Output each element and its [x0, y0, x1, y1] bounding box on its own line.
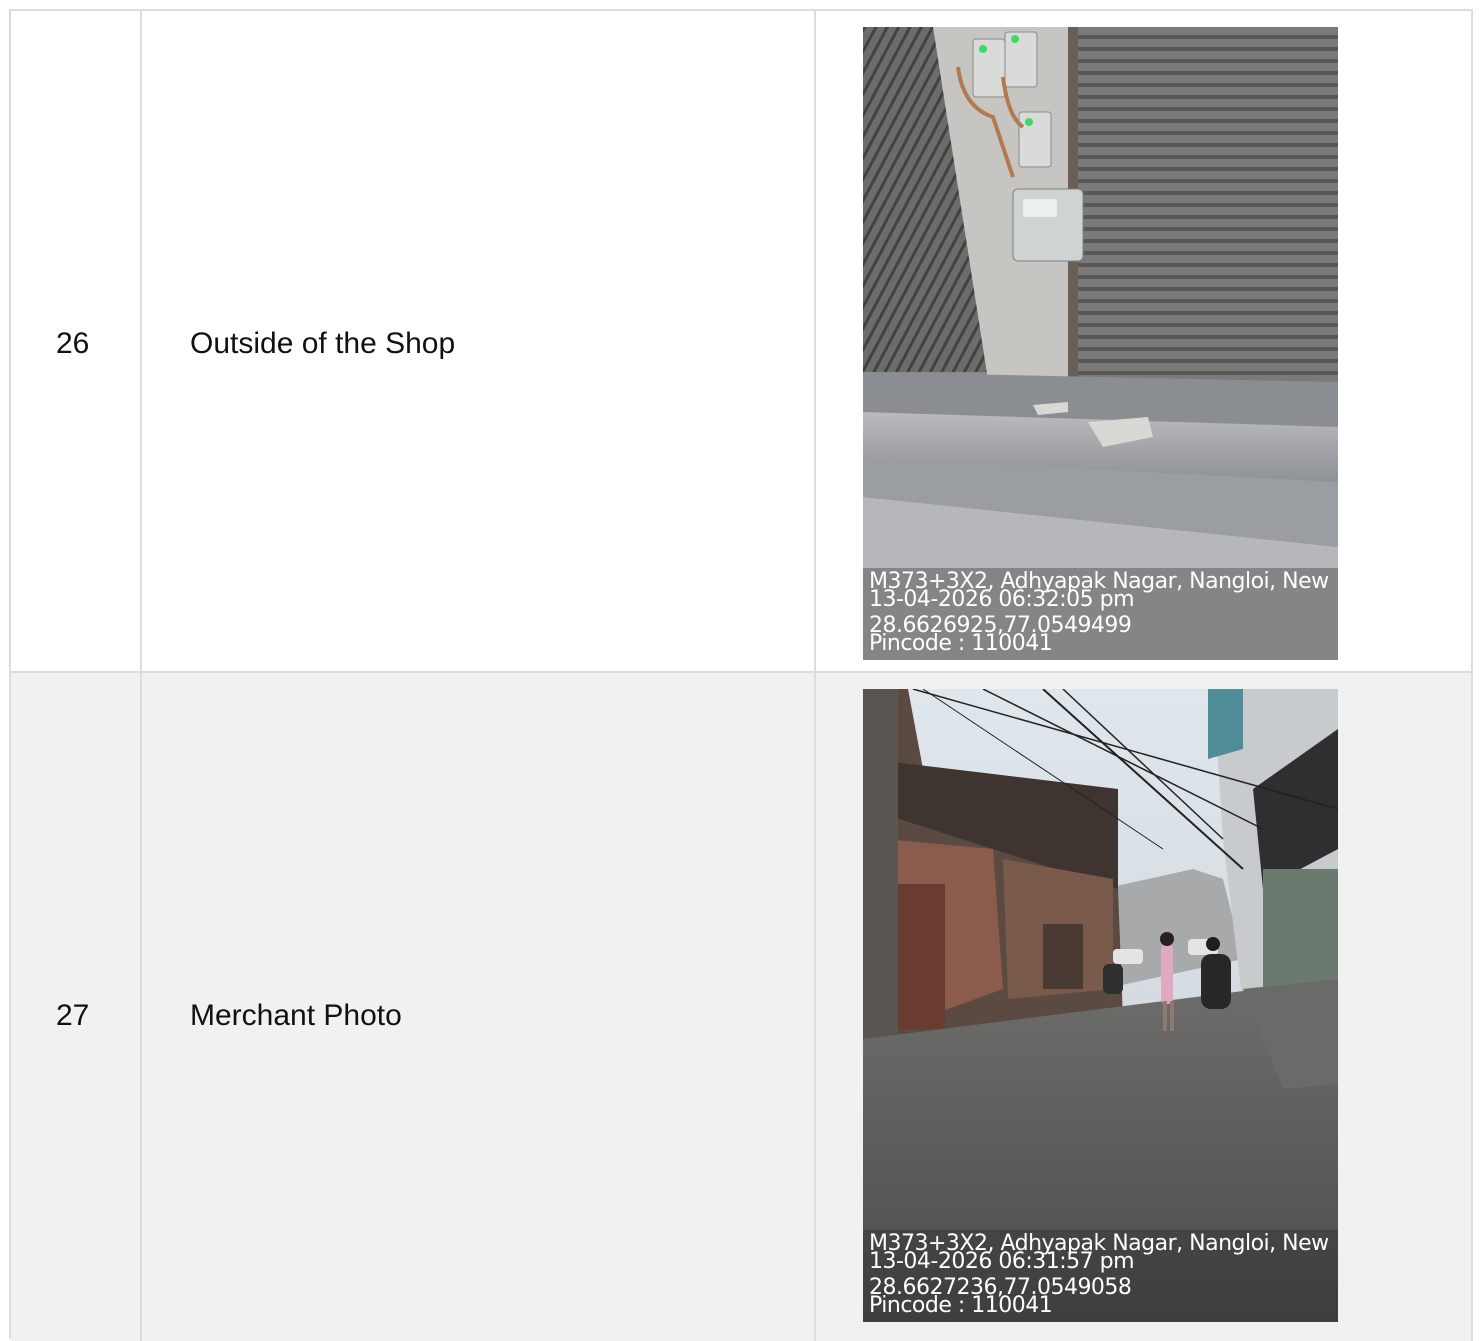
- photo-geotag-overlay: M373+3X2, Adhyapak Nagar, Nangloi, New 1…: [863, 568, 1338, 660]
- photo-cell: M373+3X2, Adhyapak Nagar, Nangloi, New 1…: [816, 673, 1473, 1341]
- photo-description: Merchant Photo: [190, 999, 402, 1032]
- description-cell: Merchant Photo: [142, 673, 816, 1341]
- shop-outside-photo: M373+3X2, Adhyapak Nagar, Nangloi, New 1…: [863, 27, 1338, 660]
- photo-description: Outside of the Shop: [190, 327, 456, 360]
- merchant-photo: M373+3X2, Adhyapak Nagar, Nangloi, New 1…: [863, 689, 1338, 1322]
- geotag-pincode: Pincode : 110041: [869, 1293, 1053, 1318]
- serial-number: 26: [56, 327, 90, 360]
- photo-table: 26 Outside of the Shop M373+3X2, Adhyapa…: [9, 9, 1473, 1341]
- geotag-datetime: 13-04-2026 06:31:57 pm: [869, 1249, 1135, 1274]
- serial-number-cell: 27: [11, 673, 142, 1341]
- geotag-pincode: Pincode : 110041: [869, 631, 1053, 656]
- table-row: 26 Outside of the Shop M373+3X2, Adhyapa…: [11, 11, 1473, 671]
- merchant-street-image: [863, 689, 1338, 1322]
- geotag-datetime: 13-04-2026 06:32:05 pm: [869, 587, 1135, 612]
- photo-geotag-overlay: M373+3X2, Adhyapak Nagar, Nangloi, New 1…: [863, 1230, 1338, 1322]
- shop-outside-image: [863, 27, 1338, 660]
- table-row: 27 Merchant Photo M373+3X2, Adhyapak Nag…: [11, 671, 1473, 1341]
- photo-cell: M373+3X2, Adhyapak Nagar, Nangloi, New 1…: [816, 11, 1473, 671]
- serial-number: 27: [56, 999, 90, 1032]
- description-cell: Outside of the Shop: [142, 11, 816, 671]
- serial-number-cell: 26: [11, 11, 142, 671]
